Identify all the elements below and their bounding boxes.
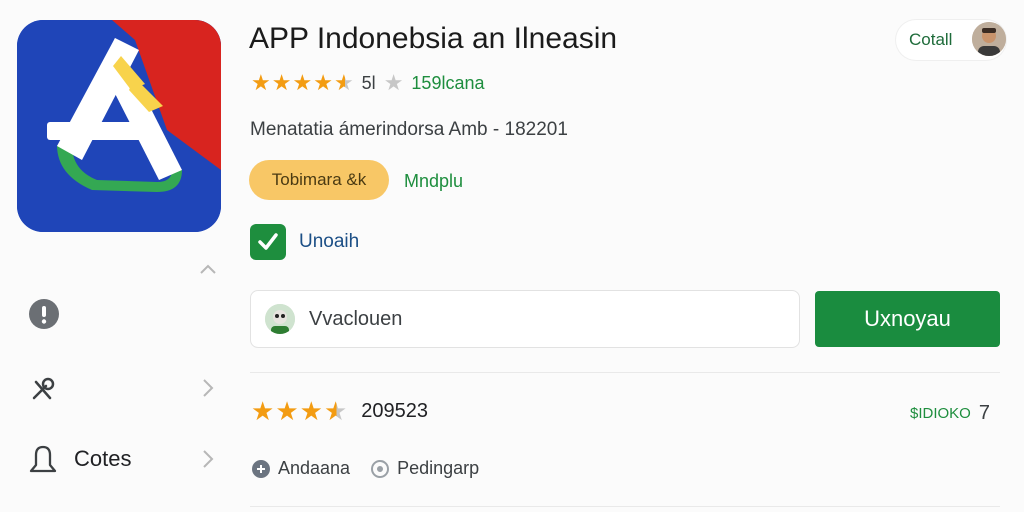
account-avatar	[265, 304, 295, 334]
info-item[interactable]: Andaana	[251, 458, 350, 479]
info-item-label: Pedingarp	[397, 458, 480, 478]
reviews-count: 209523	[361, 399, 428, 422]
account-text: Vvaclouen	[309, 307, 403, 330]
account-field[interactable]: Vvaclouen	[250, 290, 800, 348]
verified-checkbox[interactable]	[250, 224, 286, 260]
star-icon: ★	[251, 396, 275, 426]
install-button[interactable]: Uxnoyau	[815, 291, 1000, 347]
sidebar-item-info[interactable]	[28, 298, 60, 335]
rating-value: 5l	[361, 72, 376, 93]
divider	[250, 372, 1000, 373]
info-item-label: Andaana	[278, 458, 351, 478]
rating-stars: ★ ★ ★ ★ ★	[251, 72, 354, 94]
app-subtitle: Menatatia ámerindorsa Amb - 182201	[250, 119, 568, 140]
star-half-icon: ★	[333, 70, 354, 95]
reviews-more-link[interactable]: $IDIOKO 7	[910, 402, 990, 425]
star-empty-icon: ★	[383, 70, 404, 95]
reviews-more-label: $IDIOKO	[910, 405, 971, 422]
reviews-link[interactable]: 159lcana	[411, 73, 484, 94]
divider	[250, 506, 1000, 507]
tools-icon	[32, 377, 55, 400]
clock-icon	[371, 459, 390, 478]
info-row: Andaana Pedingarp	[251, 458, 479, 479]
star-icon: ★	[313, 70, 333, 95]
sidebar-item-cotes[interactable]: Cotes	[28, 443, 131, 475]
app-title: APP Indonebsia an Ilneasin	[249, 22, 618, 55]
reviews-stars: ★ ★ ★ ★	[251, 398, 347, 424]
detail-label[interactable]: Cotall	[909, 30, 952, 50]
reviews-row: ★ ★ ★ ★ 209523	[251, 398, 428, 424]
star-icon: ★	[275, 396, 299, 426]
chevron-right-icon[interactable]	[201, 448, 215, 475]
star-icon: ★	[292, 70, 313, 95]
star-half-icon: ★	[323, 396, 348, 426]
category-tag[interactable]: Tobimara &k	[249, 160, 389, 200]
chevron-right-icon[interactable]	[201, 377, 215, 404]
category-link[interactable]: Mndplu	[404, 171, 463, 192]
app-icon	[17, 20, 221, 232]
check-icon	[258, 233, 278, 250]
rating-row: ★ ★ ★ ★ ★ 5l ★ 159lcana	[251, 70, 485, 96]
star-icon: ★	[251, 70, 271, 95]
verified-label: Unoaih	[299, 231, 360, 252]
sidebar-item-label: Cotes	[74, 446, 132, 471]
add-circle-icon	[252, 459, 270, 478]
bell-icon	[29, 445, 57, 473]
info-icon	[29, 299, 59, 329]
star-icon: ★	[271, 70, 292, 95]
star-icon: ★	[299, 396, 323, 426]
avatar[interactable]	[972, 22, 1006, 56]
chevron-up-icon[interactable]	[198, 254, 218, 280]
info-item[interactable]: Pedingarp	[370, 458, 479, 479]
chevron-right-icon: 7	[978, 402, 990, 424]
sidebar-item-tools[interactable]	[28, 374, 58, 409]
